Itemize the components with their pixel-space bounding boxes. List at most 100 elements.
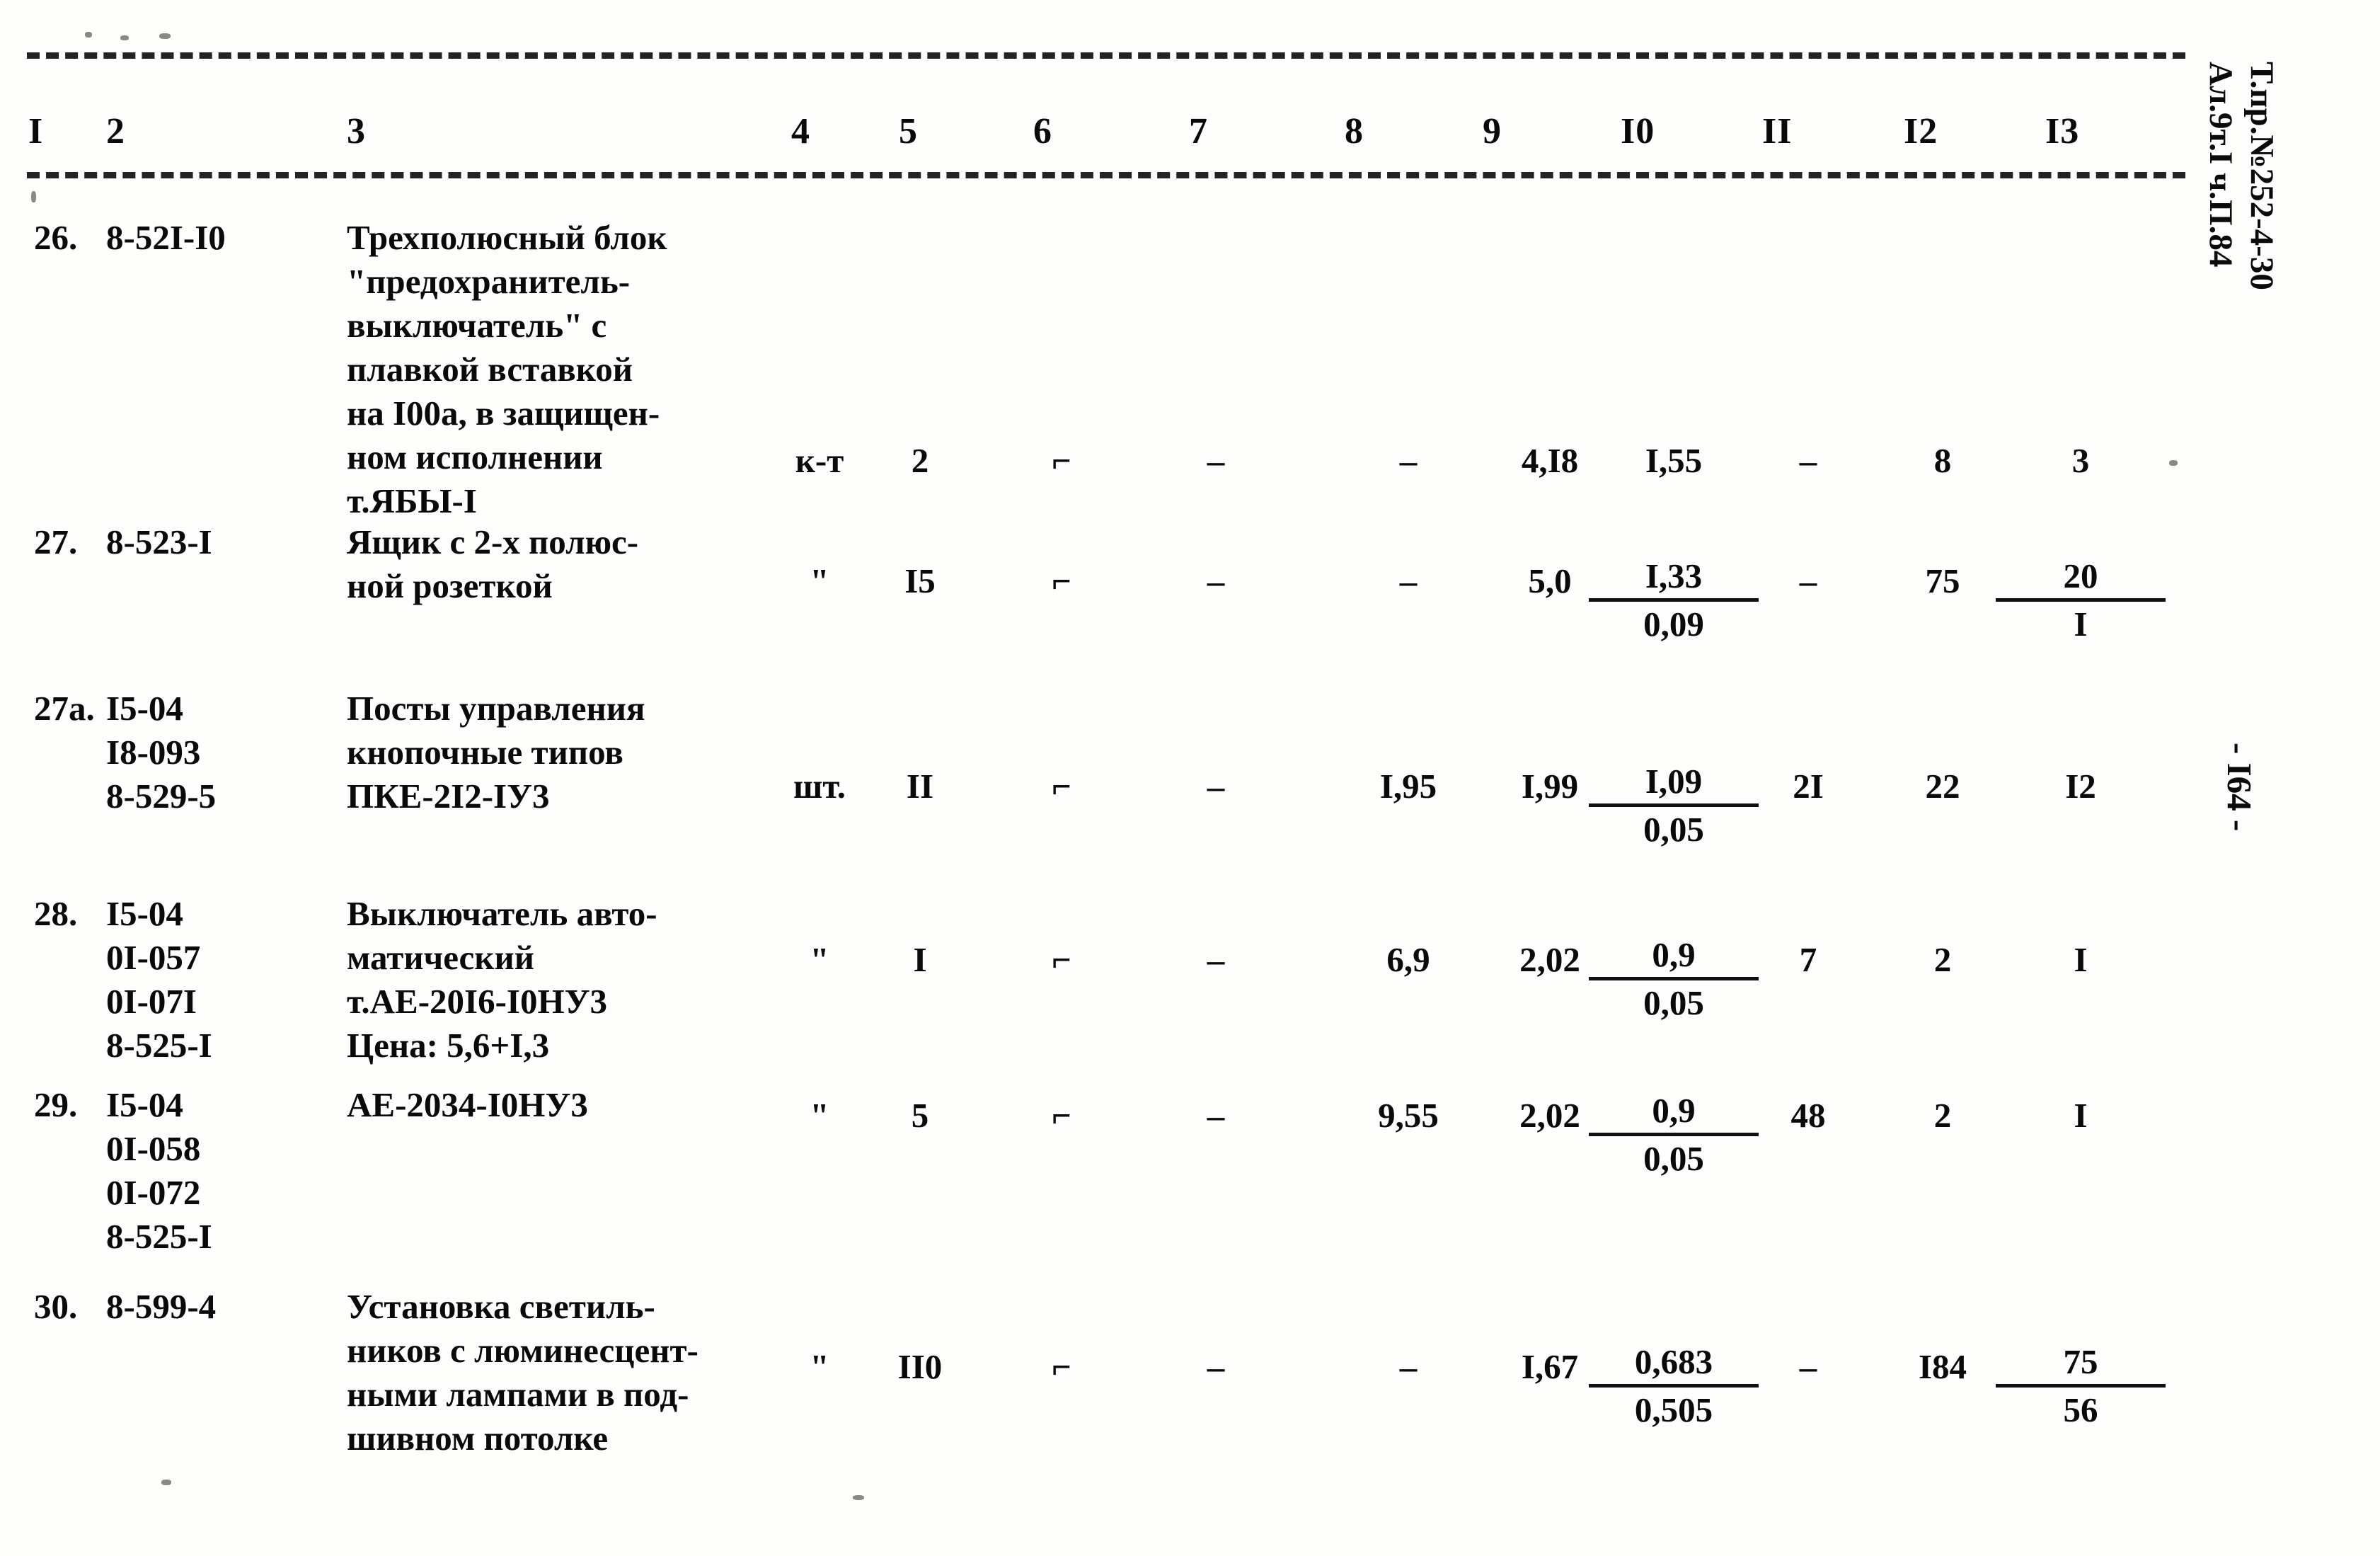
column-header-I2: I2 (1904, 111, 1938, 151)
row-col6-cell: ⌐ (1052, 767, 1071, 806)
row-col10-fraction: 0,683 0,505 (1589, 1341, 1759, 1431)
row-description-line: кнопочные типов (347, 733, 623, 772)
row-norm-code-line: 0I-058 (106, 1129, 201, 1168)
row-norm-code-line: 0I-057 (106, 938, 201, 977)
row-description-line: Ящик с 2-х полюс- (347, 522, 639, 561)
row-norm-code-line: 8-599-4 (106, 1287, 217, 1326)
row-description-line: ПКЕ-2I2-IУ3 (347, 777, 550, 816)
row-description-line: "предохранитель- (347, 262, 631, 301)
row-norm-code-line: I5-04 (106, 894, 183, 933)
row-norm-code-line: 8-523-I (106, 522, 212, 561)
row-item-number: 27. (34, 522, 78, 561)
row-item-number: 27а. (34, 689, 95, 728)
row-col13-numerator: 20 (1996, 555, 2166, 602)
row-norm-code-line: I5-04 (106, 689, 183, 728)
row-norm-codes: I5-04 0I-058 0I-072 8-525-I (106, 1083, 212, 1259)
row-description: Ящик с 2-х полюс-ной розеткой (347, 520, 638, 608)
row-description-line: шивном потолке (347, 1419, 609, 1458)
column-header-I0: I0 (1621, 111, 1655, 151)
row-col10-numerator: I,09 (1589, 760, 1759, 807)
row-col13-denominator: 56 (2063, 1390, 2098, 1429)
row-col7-cell: – (1207, 1096, 1225, 1135)
row-norm-codes: I5-04 I8-093 8-529-5 (106, 687, 216, 818)
row-col10-fraction: 0,9 0,05 (1589, 934, 1759, 1024)
row-norm-codes: I5-04 0I-057 0I-07I 8-525-I (106, 892, 212, 1068)
row-col6-cell: ⌐ (1052, 1096, 1071, 1135)
header-rule-bottom (27, 172, 2185, 178)
row-col13-cell: 3 (2071, 441, 2090, 480)
row-description-line: ной розеткой (347, 566, 553, 605)
column-header-3: 3 (347, 111, 366, 151)
row-norm-codes: 8-599-4 (106, 1285, 216, 1329)
column-header-5: 5 (899, 111, 918, 151)
column-header-2: 2 (106, 111, 125, 151)
row-norm-codes: 8-523-I (106, 520, 212, 564)
row-col10-denominator: 0,09 (1643, 605, 1704, 643)
margin-note-sheet-code: Ал.9т.I ч.П.84 (2161, 28, 2280, 267)
column-header-II: II (1762, 111, 1793, 151)
row-item-number: 26. (34, 218, 78, 257)
row-norm-code-line: 0I-07I (106, 982, 197, 1021)
row-description-line: на I00а, в защищен- (347, 394, 660, 433)
row-description-line: т.АЕ-20I6-I0НУ3 (347, 982, 608, 1021)
row-norm-code-line: I5-04 (106, 1085, 183, 1124)
row-col13-denominator: I (2074, 605, 2088, 643)
row-item-number: 28. (34, 894, 78, 933)
row-col6-cell: ⌐ (1052, 940, 1071, 979)
row-description: Установка светиль-ников с люминесцент-ны… (347, 1285, 699, 1460)
row-col7-cell: – (1207, 767, 1225, 806)
row-col7-cell: – (1207, 441, 1225, 480)
header-rule-top (27, 52, 2185, 59)
row-description-line: Установка светиль- (347, 1287, 655, 1326)
row-description-line: матический (347, 938, 535, 977)
row-description-line: выключатель" с (347, 306, 607, 345)
column-header-8: 8 (1345, 111, 1364, 151)
row-description-line: АЕ-2034-I0НУ3 (347, 1085, 588, 1124)
row-description-line: Выключатель авто- (347, 894, 657, 933)
column-header-I3: I3 (2045, 111, 2080, 151)
column-header-7: 7 (1189, 111, 1208, 151)
column-header-I: I (28, 111, 44, 151)
row-col10-fraction: 0,9 0,05 (1589, 1089, 1759, 1180)
row-norm-code-line: 0I-072 (106, 1173, 201, 1212)
scan-speck (161, 1480, 171, 1485)
scan-speck (120, 35, 129, 40)
scan-speck (159, 33, 171, 39)
row-col10-numerator: 0,683 (1589, 1341, 1759, 1388)
row-norm-code-line: 8-52I-I0 (106, 218, 226, 257)
row-col10-denominator: 0,05 (1643, 810, 1704, 849)
row-col10-numerator: 0,9 (1589, 934, 1759, 980)
scan-speck (31, 191, 36, 202)
row-col13-cell: I2 (2065, 767, 2096, 806)
page-number-label: - I64 - (2220, 743, 2259, 832)
row-col13-numerator: 75 (1996, 1341, 2166, 1388)
row-col6-cell: ⌐ (1052, 561, 1071, 600)
row-description: Посты управления кнопочные типов ПКЕ-2I2-I… (347, 687, 645, 818)
row-col10-denominator: 0,05 (1643, 1139, 1704, 1178)
row-col13-cell: I (2074, 940, 2088, 979)
row-col6-cell: ⌐ (1052, 441, 1071, 480)
row-col10-numerator: I,33 (1589, 555, 1759, 602)
row-col10-fraction: I,09 0,05 (1589, 760, 1759, 851)
row-col10-numerator: 0,9 (1589, 1089, 1759, 1136)
row-col7-cell: – (1207, 561, 1225, 600)
scan-speck (85, 32, 92, 38)
row-col13-fraction: 75 56 (1996, 1341, 2166, 1431)
column-header-6: 6 (1033, 111, 1052, 151)
row-col13-cell: I (2074, 1096, 2088, 1135)
row-description: Выключатель авто-матический т.АЕ-20I6-I0Н… (347, 892, 657, 1068)
row-description: Трехполюсный блок "предохранитель-выключа… (347, 216, 667, 523)
row-item-number: 29. (34, 1085, 78, 1124)
row-norm-code-line: 8-525-I (106, 1217, 212, 1256)
row-description: АЕ-2034-I0НУ3 (347, 1083, 588, 1127)
row-norm-codes: 8-52I-I0 (106, 216, 226, 260)
margin-note-line-2: Ал.9т.I ч.П.84 (2202, 62, 2239, 268)
row-description-line: ными лампами в под- (347, 1375, 689, 1414)
row-col10-fraction: I,33 0,09 (1589, 555, 1759, 646)
row-item-number: 30. (34, 1287, 78, 1326)
row-description-line: Трехполюсный блок (347, 218, 667, 257)
row-description-line: ников с люминесцент- (347, 1331, 699, 1370)
column-header-4: 4 (791, 111, 810, 151)
scan-speck (853, 1495, 864, 1500)
row-col10-denominator: 0,505 (1634, 1390, 1713, 1429)
